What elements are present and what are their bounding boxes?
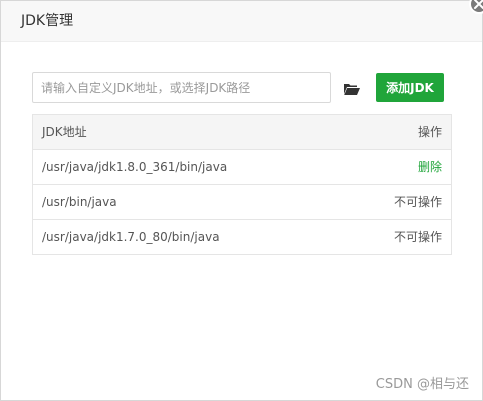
folder-open-icon[interactable] — [343, 81, 361, 95]
jdk-path-input[interactable] — [32, 72, 331, 103]
jdk-table: JDK地址 操作 /usr/java/jdk1.8.0_361/bin/java… — [32, 114, 452, 255]
jdk-path-cell: /usr/bin/java — [42, 195, 117, 209]
watermark-text: CSDN @相与还 — [375, 377, 469, 392]
table-row: /usr/bin/java 不可操作 — [33, 185, 451, 220]
jdk-path-cell: /usr/java/jdk1.8.0_361/bin/java — [42, 160, 228, 174]
action-unavailable-text: 不可操作 — [393, 195, 442, 209]
dialog-title: JDK管理 — [21, 13, 74, 29]
add-jdk-button[interactable]: 添加JDK — [376, 73, 444, 102]
header-jdk-path: JDK地址 — [42, 125, 87, 139]
table-row: /usr/java/jdk1.7.0_80/bin/java 不可操作 — [33, 220, 451, 254]
delete-link[interactable]: 删除 — [418, 150, 442, 184]
action-unavailable-text: 不可操作 — [393, 230, 442, 244]
table-header-row: JDK地址 操作 — [33, 115, 451, 150]
table-row: /usr/java/jdk1.8.0_361/bin/java 删除 — [33, 150, 451, 185]
jdk-path-cell: /usr/java/jdk1.7.0_80/bin/java — [42, 230, 220, 244]
jdk-management-dialog: JDK管理 添加JDK JDK地址 操作 /usr/java/jdk1.8.0_… — [0, 0, 483, 401]
header-action: 操作 — [417, 125, 442, 139]
dialog-title-bar: JDK管理 — [1, 1, 482, 42]
